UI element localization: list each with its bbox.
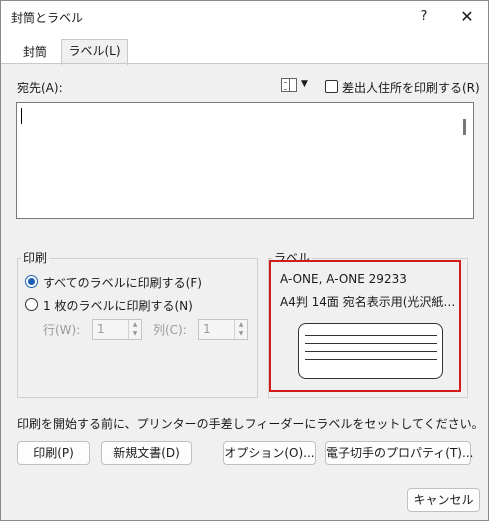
preview-line xyxy=(305,359,437,360)
column-label: 列(C): xyxy=(153,323,187,337)
use-return-address-label[interactable]: 差出人住所を印刷する(R) xyxy=(342,79,480,96)
envelopes-and-labels-dialog: 封筒とラベル ? ✕ 封筒 ラベル(L) 宛先(A): ▼ 差出人住所を印刷する… xyxy=(0,0,489,521)
address-label: 宛先(A): xyxy=(17,81,63,95)
chevron-down-icon[interactable]: ▼ xyxy=(301,79,308,89)
row-spinner[interactable]: 1 ▲ ▼ xyxy=(92,319,142,340)
print-single-label-radio[interactable] xyxy=(25,298,38,311)
new-document-button[interactable]: 新規文書(D) xyxy=(101,441,192,465)
epostage-properties-button[interactable]: 電子切手のプロパティ(T)... xyxy=(325,441,473,465)
tab-envelopes[interactable]: 封筒 xyxy=(11,41,59,64)
print-full-page-radio[interactable] xyxy=(25,275,38,288)
column-spinner[interactable]: 1 ▲ ▼ xyxy=(198,319,248,340)
feed-hint-text: 印刷を開始する前に、プリンターの手差しフィーダーにラベルをセットしてください。 xyxy=(17,417,484,431)
use-return-address-checkbox[interactable] xyxy=(325,80,338,93)
tab-labels[interactable]: ラベル(L) xyxy=(61,39,128,65)
address-book-icon[interactable] xyxy=(281,78,297,92)
close-button[interactable]: ✕ xyxy=(455,6,479,28)
help-button[interactable]: ? xyxy=(412,6,436,28)
print-button[interactable]: 印刷(P) xyxy=(17,441,90,465)
spin-down-icon[interactable]: ▼ xyxy=(235,329,247,338)
preview-line xyxy=(305,351,437,352)
label-product-description: A4判 14面 宛名表示用(光沢紙… xyxy=(280,295,456,309)
row-label: 行(W): xyxy=(43,323,81,337)
column-spin-buttons: ▲ ▼ xyxy=(234,320,247,339)
address-textarea[interactable] xyxy=(16,102,474,219)
print-full-page-label[interactable]: すべてのラベルに印刷する(F) xyxy=(43,274,202,291)
window-title: 封筒とラベル xyxy=(11,11,84,25)
scrollbar-thumb[interactable] xyxy=(463,119,466,135)
print-group-title: 印刷 xyxy=(21,249,50,266)
options-button[interactable]: オプション(O)... xyxy=(223,441,316,465)
spin-up-icon[interactable]: ▲ xyxy=(129,320,141,329)
tab-strip: 封筒 ラベル(L) xyxy=(1,33,488,65)
row-spin-buttons: ▲ ▼ xyxy=(128,320,141,339)
title-bar: 封筒とラベル ? ✕ xyxy=(1,1,488,33)
preview-line xyxy=(305,343,437,344)
row-value: 1 xyxy=(97,322,105,336)
column-value: 1 xyxy=(203,322,211,336)
preview-line xyxy=(305,335,437,336)
label-preview-image xyxy=(298,323,443,379)
cancel-button[interactable]: キャンセル xyxy=(407,488,480,512)
label-product-name: A-ONE, A-ONE 29233 xyxy=(280,272,407,286)
spin-down-icon[interactable]: ▼ xyxy=(129,329,141,338)
label-preview[interactable]: A-ONE, A-ONE 29233 A4判 14面 宛名表示用(光沢紙… xyxy=(269,260,461,392)
print-single-label-label[interactable]: 1 枚のラベルに印刷する(N) xyxy=(43,297,193,314)
text-caret xyxy=(21,108,22,124)
spin-up-icon[interactable]: ▲ xyxy=(235,320,247,329)
